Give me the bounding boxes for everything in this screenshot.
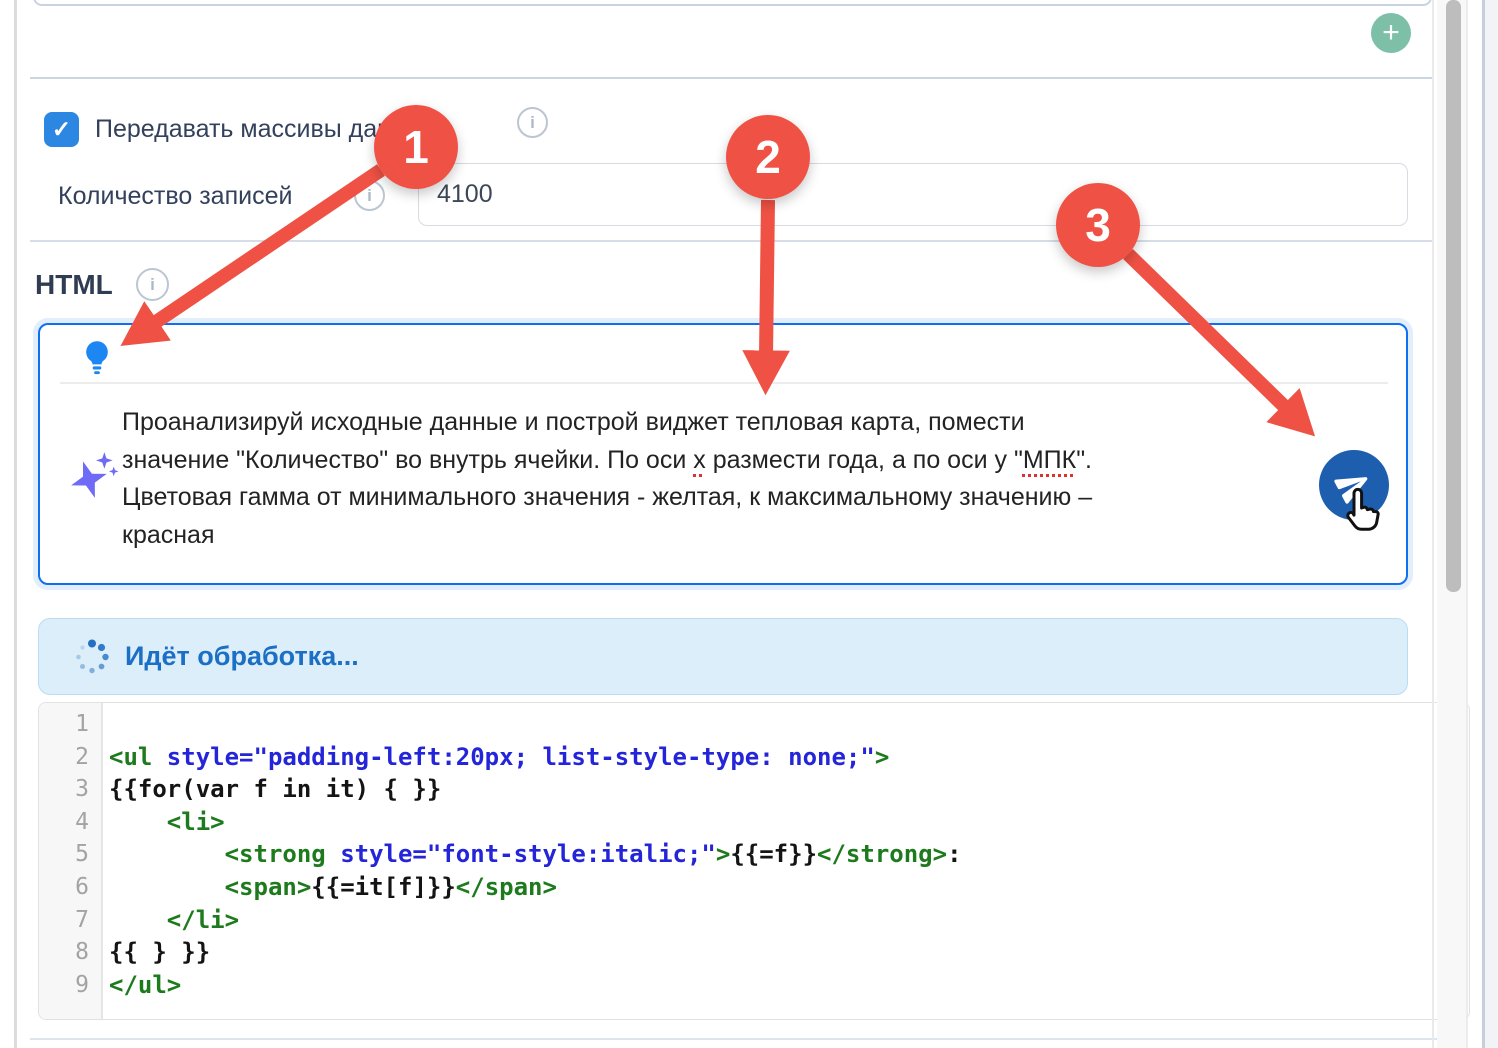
line-number: 7 xyxy=(39,904,89,937)
code-line: </li> xyxy=(109,904,1469,937)
prompt-line: значение "Количество" во внутрь ячейки. … xyxy=(122,442,1312,480)
pass-arrays-info-icon[interactable]: i xyxy=(517,107,548,138)
spellcheck-word: МПК xyxy=(1023,446,1076,474)
code-line: <li> xyxy=(109,806,1469,839)
line-number: 6 xyxy=(39,871,89,904)
code-line: <strong style="font-style:italic;">{{=f}… xyxy=(109,838,1469,871)
checkmark-icon: ✓ xyxy=(52,116,71,143)
record-count-label: Количество записей xyxy=(58,178,292,214)
prompt-line: красная xyxy=(122,517,1312,555)
section-divider xyxy=(30,240,1432,242)
add-button[interactable]: + xyxy=(1371,13,1411,53)
scroll-area-border xyxy=(1466,0,1468,1048)
code-lines[interactable]: <ul style="padding-left:20px; list-style… xyxy=(103,703,1469,1019)
annotation-badge-2: 2 xyxy=(726,115,810,199)
paper-plane-icon xyxy=(1328,459,1379,510)
sparkles-icon xyxy=(70,450,120,502)
line-number: 3 xyxy=(39,773,89,806)
section-divider xyxy=(30,77,1432,79)
pass-arrays-checkbox[interactable]: ✓ xyxy=(44,112,79,147)
line-number: 1 xyxy=(39,708,89,741)
scrollbar-thumb[interactable] xyxy=(1446,0,1461,592)
code-line: <span>{{=it[f]}}</span> xyxy=(109,871,1469,904)
line-number: 4 xyxy=(39,806,89,839)
top-card-bottom-edge xyxy=(33,0,1432,6)
html-section-title: HTML xyxy=(35,266,113,304)
processing-banner: Идёт обработка... xyxy=(38,618,1408,695)
prompt-text[interactable]: Проанализируй исходные данные и построй … xyxy=(122,404,1312,554)
processing-label: Идёт обработка... xyxy=(125,641,359,672)
prompt-line: Проанализируй исходные данные и построй … xyxy=(122,404,1312,442)
prompt-line: Цветовая гамма от минимального значения … xyxy=(122,479,1312,517)
record-count-input[interactable] xyxy=(418,163,1408,226)
record-count-info-icon[interactable]: i xyxy=(354,180,385,211)
annotation-badge-1: 1 xyxy=(374,105,458,189)
spinner-icon xyxy=(73,638,111,676)
prompt-divider xyxy=(60,382,1388,384)
code-gutter: 123456789 xyxy=(39,703,103,1019)
plus-icon: + xyxy=(1382,16,1400,50)
html-info-icon[interactable]: i xyxy=(136,268,169,301)
send-button[interactable] xyxy=(1319,450,1389,520)
line-number: 8 xyxy=(39,936,89,969)
code-line xyxy=(109,708,1469,741)
lightbulb-icon xyxy=(82,340,112,376)
code-line: {{ } }} xyxy=(109,936,1469,969)
code-line: {{for(var f in it) { }} xyxy=(109,773,1469,806)
code-line: </ul> xyxy=(109,969,1469,1002)
line-number: 9 xyxy=(39,969,89,1002)
annotation-badge-3: 3 xyxy=(1056,183,1140,267)
line-number: 5 xyxy=(39,838,89,871)
page-margin xyxy=(1485,0,1498,1048)
ai-prompt-box[interactable]: Проанализируй исходные данные и построй … xyxy=(38,323,1408,585)
line-number: 2 xyxy=(39,741,89,774)
panel-right-border xyxy=(1432,0,1434,1048)
code-editor[interactable]: 123456789 <ul style="padding-left:20px; … xyxy=(38,702,1470,1020)
panel-left-border xyxy=(14,0,17,1048)
page: + ✓ Передавать массивы данных i Количест… xyxy=(0,0,1498,1048)
code-line: <ul style="padding-left:20px; list-style… xyxy=(109,741,1469,774)
bottom-divider xyxy=(30,1038,1466,1040)
spellcheck-word: x xyxy=(693,446,706,474)
